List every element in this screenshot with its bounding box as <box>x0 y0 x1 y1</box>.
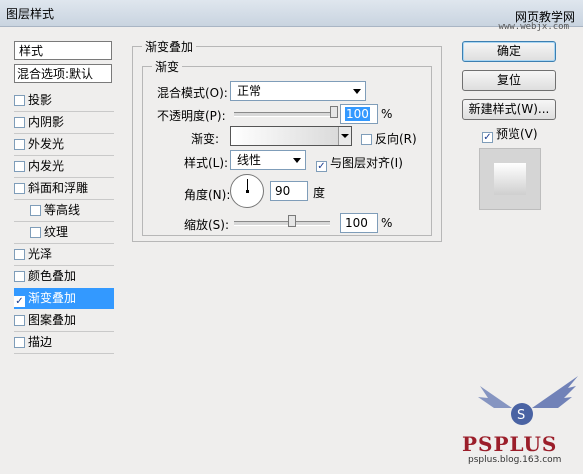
checkbox[interactable] <box>361 134 372 145</box>
checkbox[interactable] <box>30 227 41 238</box>
style-item-label: 投影 <box>28 93 53 107</box>
checkbox[interactable] <box>14 183 25 194</box>
preview-checkbox[interactable]: ✓ 预览(V) <box>482 125 538 143</box>
style-item-label: 描边 <box>28 335 53 349</box>
checkbox[interactable] <box>14 249 25 260</box>
style-list: 样式 混合选项:默认 投影 内阴影 外发光 内发光 斜面和浮雕 等高线 纹理 光… <box>14 41 114 354</box>
scale-slider[interactable] <box>234 221 330 226</box>
angle-dial-center <box>246 190 249 193</box>
reverse-label: 反向(R) <box>375 132 417 146</box>
blend-options-item[interactable]: 混合选项:默认 <box>14 64 112 83</box>
gradient-picker[interactable] <box>230 126 352 146</box>
style-item-color-overlay[interactable]: 颜色叠加 <box>14 266 114 287</box>
angle-value: 90 <box>275 184 291 198</box>
style-item-texture[interactable]: 纹理 <box>14 222 114 243</box>
new-style-button[interactable]: 新建样式(W)... <box>462 99 556 120</box>
scale-value: 100 <box>345 216 368 230</box>
gradient-style-select[interactable]: 线性 <box>230 150 306 170</box>
checkbox-checked[interactable]: ✓ <box>482 132 493 143</box>
checkbox[interactable] <box>30 205 41 216</box>
style-preview-thumbnail <box>479 148 541 210</box>
scale-label: 缩放(S): <box>184 218 230 232</box>
checkbox[interactable] <box>14 271 25 282</box>
winged-logo-icon: S <box>478 376 578 425</box>
logo-text: PSPLUS <box>462 432 558 456</box>
blend-mode-select[interactable]: 正常 <box>230 81 366 101</box>
watermark-site-url: www.webjx.com <box>498 22 569 32</box>
style-item-label: 斜面和浮雕 <box>28 181 89 195</box>
style-item-inner-glow[interactable]: 内发光 <box>14 156 114 177</box>
logo-url: psplus.blog.163.com <box>468 455 562 465</box>
scale-slider-thumb[interactable] <box>287 215 296 227</box>
style-item-label: 渐变叠加 <box>28 291 77 305</box>
opacity-percent: % <box>381 107 393 121</box>
checkbox[interactable] <box>14 315 25 326</box>
checkbox[interactable] <box>14 161 25 172</box>
angle-label: 角度(N): <box>184 188 231 202</box>
opacity-slider-thumb[interactable] <box>330 106 338 118</box>
ok-button[interactable]: 确定 <box>462 41 556 62</box>
reverse-checkbox[interactable]: 反向(R) <box>361 130 417 147</box>
style-item-label: 内发光 <box>28 159 65 173</box>
style-item-label: 等高线 <box>44 203 81 217</box>
style-item-inner-shadow[interactable]: 内阴影 <box>14 112 114 133</box>
checkbox[interactable] <box>14 117 25 128</box>
blend-mode-label: 混合模式(O): <box>157 86 228 100</box>
opacity-label: 不透明度(P): <box>157 109 226 123</box>
preview-label: 预览(V) <box>496 127 538 141</box>
angle-unit: 度 <box>313 186 326 200</box>
reset-button[interactable]: 复位 <box>462 70 556 91</box>
style-list-header[interactable]: 样式 <box>14 41 112 60</box>
style-item-outer-glow[interactable]: 外发光 <box>14 134 114 155</box>
angle-dial[interactable] <box>230 174 264 208</box>
style-item-label: 外发光 <box>28 137 65 151</box>
group-title: 渐变叠加 <box>142 38 197 55</box>
opacity-value: 100 <box>345 107 370 121</box>
chevron-down-icon <box>353 89 361 94</box>
checkbox[interactable] <box>14 95 25 106</box>
style-item-label: 光泽 <box>28 247 53 261</box>
svg-text:S: S <box>517 408 525 423</box>
align-with-layer-label: 与图层对齐(I) <box>330 156 403 170</box>
style-item-gradient-overlay[interactable]: ✓ 渐变叠加 <box>14 288 114 309</box>
gradient-style-value: 线性 <box>237 153 262 167</box>
style-item-label: 颜色叠加 <box>28 269 77 283</box>
angle-input[interactable]: 90 <box>270 181 308 201</box>
checkbox-checked[interactable]: ✓ <box>316 161 327 172</box>
divider <box>14 353 114 354</box>
style-item-bevel-emboss[interactable]: 斜面和浮雕 <box>14 178 114 199</box>
style-label: 样式(L): <box>184 156 229 170</box>
title-bar: 图层样式 <box>0 0 583 27</box>
checkbox-checked[interactable]: ✓ <box>14 296 25 307</box>
style-item-contour[interactable]: 等高线 <box>14 200 114 221</box>
scale-input[interactable]: 100 <box>340 213 378 233</box>
preview-swatch <box>494 163 526 195</box>
subgroup-title: 渐变 <box>152 58 183 75</box>
align-with-layer-checkbox[interactable]: ✓ 与图层对齐(I) <box>316 154 403 172</box>
style-item-drop-shadow[interactable]: 投影 <box>14 90 114 111</box>
style-item-label: 内阴影 <box>28 115 65 129</box>
opacity-input[interactable]: 100 <box>340 104 378 124</box>
chevron-down-icon[interactable] <box>338 127 351 145</box>
checkbox[interactable] <box>14 139 25 150</box>
blend-mode-value: 正常 <box>237 84 262 98</box>
opacity-slider[interactable] <box>234 112 334 117</box>
gradient-label: 渐变: <box>191 132 220 146</box>
style-item-satin[interactable]: 光泽 <box>14 244 114 265</box>
style-item-stroke[interactable]: 描边 <box>14 332 114 353</box>
style-item-pattern-overlay[interactable]: 图案叠加 <box>14 310 114 331</box>
style-item-label: 图案叠加 <box>28 313 77 327</box>
chevron-down-icon <box>293 158 301 163</box>
scale-percent: % <box>381 216 393 230</box>
window-title: 图层样式 <box>6 7 55 21</box>
checkbox[interactable] <box>14 337 25 348</box>
style-item-label: 纹理 <box>44 225 69 239</box>
